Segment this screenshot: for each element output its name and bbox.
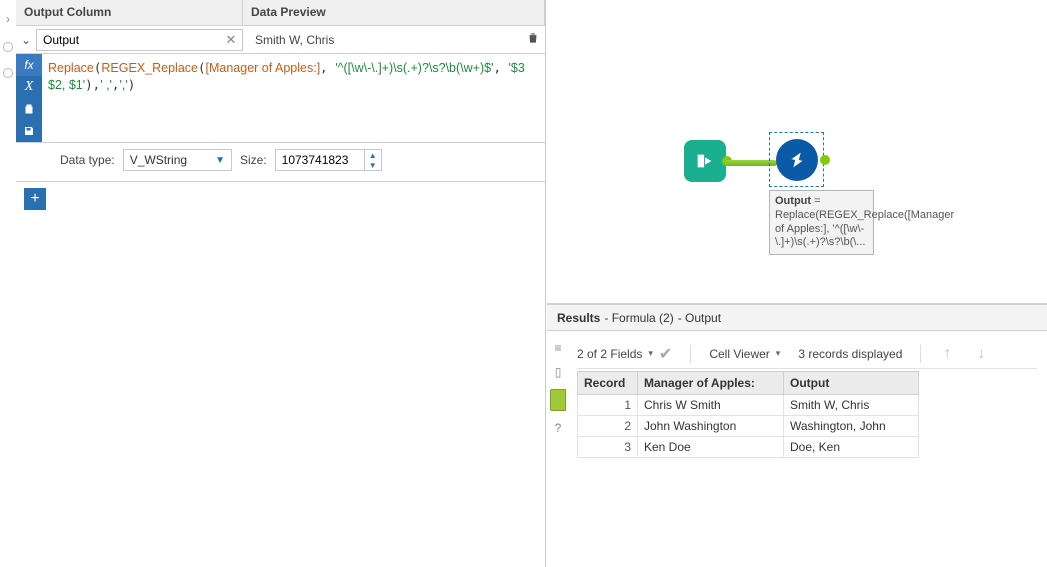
cell-source: John Washington — [638, 416, 784, 437]
cell-record: 3 — [578, 437, 638, 458]
size-input[interactable] — [275, 149, 365, 171]
clipboard-button[interactable] — [16, 98, 42, 120]
cell-source: Ken Doe — [638, 437, 784, 458]
clear-output-icon[interactable]: ✕ — [223, 32, 239, 48]
data-view-icon[interactable] — [550, 389, 566, 411]
table-row[interactable]: 3Ken DoeDoe, Ken — [578, 437, 919, 458]
results-header: Results - Formula (2) - Output — [547, 305, 1047, 331]
chevron-down-icon: ▼ — [215, 155, 225, 166]
col-source[interactable]: Manager of Apples: — [638, 372, 784, 395]
output-column-header: Output Column — [16, 0, 243, 25]
fx-functions-button[interactable]: fx — [16, 54, 42, 76]
gutter-dot-icon — [3, 42, 13, 52]
datatype-label: Data type: — [60, 153, 115, 167]
output-row: ⌄ ✕ — [16, 26, 545, 54]
column-view-icon[interactable]: ▯ — [551, 365, 565, 379]
formula-editor[interactable]: Replace(REGEX_Replace([Manager of Apples… — [42, 54, 545, 142]
delete-output-button[interactable] — [521, 31, 545, 48]
input-tool-node[interactable] — [684, 140, 726, 182]
col-output[interactable]: Output — [784, 372, 919, 395]
output-anchor-icon[interactable] — [820, 155, 830, 165]
left-gutter — [0, 0, 16, 567]
cell-output: Washington, John — [784, 416, 919, 437]
config-panel: Output Column Data Preview ⌄ ✕ fx X — [0, 0, 546, 567]
check-icon: ✔ — [659, 344, 672, 364]
cell-record: 2 — [578, 416, 638, 437]
table-row[interactable]: 2John WashingtonWashington, John — [578, 416, 919, 437]
size-spinner[interactable]: ▲ ▼ — [365, 149, 382, 171]
workflow-canvas[interactable]: Output = Replace(REGEX_Replace([Manager … — [547, 0, 1047, 303]
size-label: Size: — [240, 153, 267, 167]
prev-page-button[interactable]: ↑ — [939, 345, 955, 363]
variables-button[interactable]: X — [16, 76, 42, 98]
save-formula-button[interactable] — [16, 120, 42, 142]
col-record[interactable]: Record — [578, 372, 638, 395]
cell-output: Doe, Ken — [784, 437, 919, 458]
results-toolbar: 2 of 2 Fields▾ ✔ Cell Viewer▾ 3 records … — [577, 339, 1037, 369]
table-row[interactable]: 1Chris W SmithSmith W, Chris — [578, 395, 919, 416]
datatype-dropdown[interactable]: V_WString ▼ — [123, 149, 232, 171]
help-icon[interactable]: ? — [551, 421, 565, 435]
add-output-button[interactable]: + — [24, 188, 46, 210]
list-view-icon[interactable]: ≡ — [551, 341, 565, 355]
cell-record: 1 — [578, 395, 638, 416]
config-header: Output Column Data Preview — [16, 0, 545, 26]
node-tooltip: Output = Replace(REGEX_Replace([Manager … — [769, 190, 874, 255]
cell-output: Smith W, Chris — [784, 395, 919, 416]
gutter-dot-icon — [3, 68, 13, 78]
results-grid[interactable]: Record Manager of Apples: Output 1Chris … — [577, 371, 919, 458]
results-rail: ≡ ▯ ? — [547, 331, 569, 567]
collapse-formula-button[interactable]: ⌄ — [16, 33, 36, 47]
preview-column-header: Data Preview — [243, 0, 545, 25]
fields-selector[interactable]: 2 of 2 Fields▾ ✔ — [577, 344, 672, 364]
spin-up-icon[interactable]: ▲ — [365, 150, 381, 160]
cell-source: Chris W Smith — [638, 395, 784, 416]
formula-tool-node[interactable] — [769, 132, 824, 187]
next-page-button[interactable]: ↓ — [973, 345, 989, 363]
cell-viewer-dropdown[interactable]: Cell Viewer▾ — [709, 347, 780, 361]
preview-value — [249, 29, 515, 51]
output-name-input[interactable] — [36, 29, 243, 51]
expand-icon[interactable] — [6, 12, 10, 26]
datatype-bar: Data type: V_WString ▼ Size: ▲ ▼ — [16, 143, 545, 182]
records-displayed-label: 3 records displayed — [798, 347, 902, 361]
formula-block: fx X Replace(REGEX_Replace([Manager of A… — [16, 54, 545, 143]
results-panel: Results - Formula (2) - Output ≡ ▯ ? 2 o… — [547, 303, 1047, 567]
spin-down-icon[interactable]: ▼ — [365, 160, 381, 170]
